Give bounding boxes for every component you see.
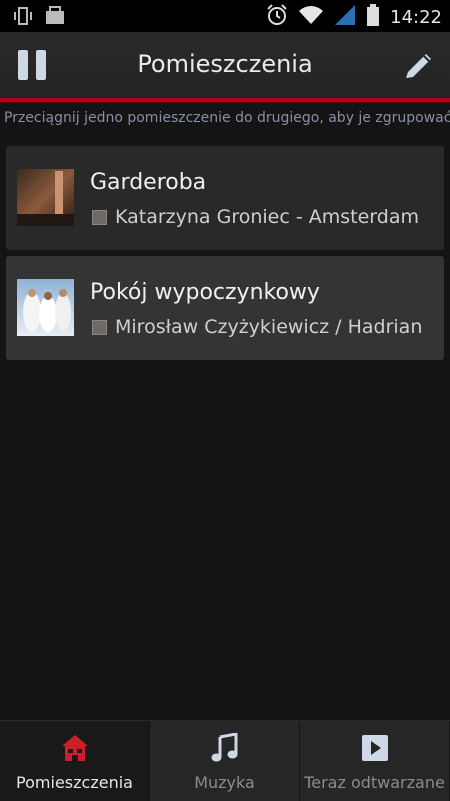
accent-divider (0, 98, 450, 102)
drag-hint: Przeciągnij jedno pomieszczenie do drugi… (4, 110, 450, 126)
play-icon (360, 733, 390, 767)
room-name: Garderoba (90, 170, 207, 195)
alarm-icon (266, 4, 288, 30)
music-note-icon (210, 732, 240, 767)
room-checkbox[interactable] (92, 210, 107, 225)
tab-label: Muzyka (194, 773, 255, 792)
album-art (17, 279, 74, 336)
room-name: Pokój wypoczynkowy (90, 280, 320, 305)
house-icon (60, 733, 90, 767)
wifi-icon (298, 4, 324, 30)
action-bar: Pomieszczenia (0, 32, 450, 98)
edit-button[interactable] (402, 48, 436, 82)
status-time: 14:22 (390, 6, 442, 28)
tab-music[interactable]: Muzyka (150, 721, 300, 801)
bottom-nav: Pomieszczenia Muzyka Teraz odtwarzane (0, 720, 450, 801)
notification-icon (44, 6, 66, 30)
room-checkbox[interactable] (92, 320, 107, 335)
vibrate-icon (12, 6, 34, 30)
pencil-icon (402, 54, 436, 86)
battery-icon (366, 4, 380, 30)
tab-rooms[interactable]: Pomieszczenia (0, 721, 150, 801)
room-card-pokoj-wypoczynkowy[interactable]: Pokój wypoczynkowy Mirosław Czyżykiewicz… (6, 256, 444, 360)
status-bar: 14:22 (0, 0, 450, 32)
now-playing-track: Mirosław Czyżykiewicz / Hadrian Fi (115, 316, 430, 338)
tab-label: Pomieszczenia (16, 773, 133, 792)
page-title: Pomieszczenia (137, 50, 313, 78)
album-art (17, 169, 74, 226)
tab-now-playing[interactable]: Teraz odtwarzane (300, 721, 450, 801)
now-playing-track: Katarzyna Groniec - Amsterdam (115, 206, 419, 228)
room-card-garderoba[interactable]: Garderoba Katarzyna Groniec - Amsterdam (6, 146, 444, 250)
tab-label: Teraz odtwarzane (304, 773, 445, 792)
signal-icon (334, 4, 356, 30)
